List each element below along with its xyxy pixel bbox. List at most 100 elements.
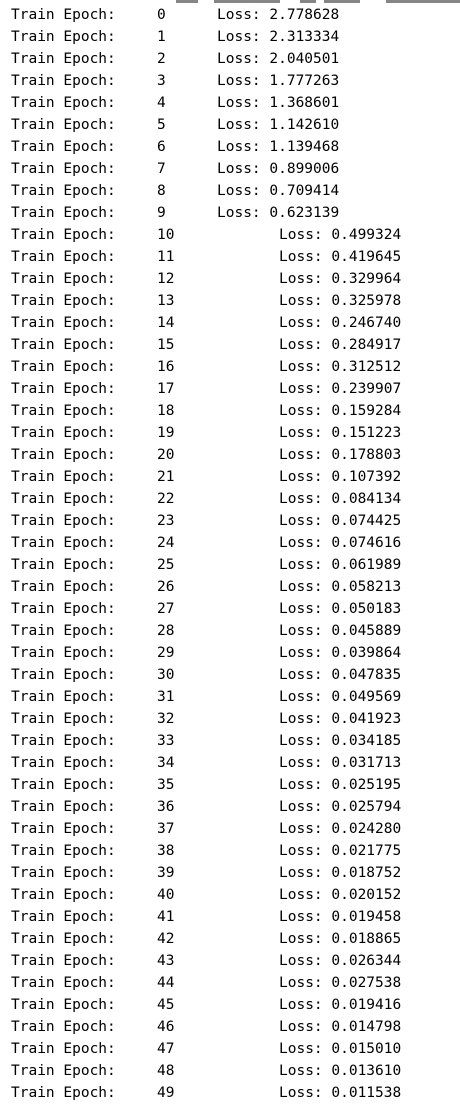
loss-label: Loss:: [217, 29, 261, 45]
loss-value: Loss: 0.329964: [279, 268, 401, 290]
log-line: Train Epoch: 4 Loss: 1.368601: [11, 92, 460, 114]
loss-label: Loss:: [279, 1019, 323, 1035]
log-line: Train Epoch: 10 Loss: 0.499324: [11, 224, 460, 246]
log-line-prefix: Train Epoch:: [11, 711, 116, 727]
log-line: Train Epoch: 22 Loss: 0.084134: [11, 488, 460, 510]
log-line: Train Epoch: 36 Loss: 0.025794: [11, 796, 460, 818]
epoch-number: 9: [157, 205, 166, 221]
loss-value: Loss: 0.025794: [279, 796, 401, 818]
log-line: Train Epoch: 30 Loss: 0.047835: [11, 664, 460, 686]
epoch-number: 15: [157, 337, 175, 353]
log-line: Train Epoch: 33 Loss: 0.034185: [11, 730, 460, 752]
log-line-prefix: Train Epoch:: [11, 469, 116, 485]
loss-number: 0.050183: [331, 601, 402, 617]
epoch-number: 16: [157, 359, 175, 375]
loss-label: Loss:: [217, 205, 261, 221]
loss-value: Loss: 0.499324: [279, 224, 401, 246]
log-line-prefix: Train Epoch:: [11, 733, 116, 749]
log-line: Train Epoch: 19 Loss: 0.151223: [11, 422, 460, 444]
log-line: Train Epoch: 6 Loss: 1.139468: [11, 136, 460, 158]
log-line: Train Epoch: 28 Loss: 0.045889: [11, 620, 460, 642]
log-line: Train Epoch: 17 Loss: 0.239907: [11, 378, 460, 400]
loss-value: Loss: 1.142610: [217, 114, 339, 136]
epoch-number: 42: [157, 931, 175, 947]
loss-label: Loss:: [279, 909, 323, 925]
log-line: Train Epoch: 29 Loss: 0.039864: [11, 642, 460, 664]
loss-number: 0.026344: [331, 953, 402, 969]
loss-number: 0.058213: [331, 579, 402, 595]
log-line: Train Epoch: 31 Loss: 0.049569: [11, 686, 460, 708]
log-line: Train Epoch: 3 Loss: 1.777263: [11, 70, 460, 92]
epoch-number: 18: [157, 403, 175, 419]
loss-number: 0.025794: [331, 799, 402, 815]
epoch-number: 48: [157, 1063, 175, 1079]
log-line-prefix: Train Epoch:: [11, 579, 116, 595]
log-line: Train Epoch: 48 Loss: 0.013610: [11, 1060, 460, 1082]
epoch-number: 31: [157, 689, 175, 705]
epoch-number: 4: [157, 95, 166, 111]
loss-label: Loss:: [279, 997, 323, 1013]
log-line-prefix: Train Epoch:: [11, 403, 116, 419]
loss-value: Loss: 0.419645: [279, 246, 401, 268]
log-line-prefix: Train Epoch:: [11, 73, 116, 89]
loss-label: Loss:: [279, 513, 323, 529]
loss-number: 0.039864: [331, 645, 402, 661]
loss-label: Loss:: [279, 337, 323, 353]
log-line: Train Epoch: 40 Loss: 0.020152: [11, 884, 460, 906]
loss-value: Loss: 1.777263: [217, 70, 339, 92]
loss-label: Loss:: [217, 139, 261, 155]
log-line: Train Epoch: 24 Loss: 0.074616: [11, 532, 460, 554]
loss-value: Loss: 0.058213: [279, 576, 401, 598]
loss-value: Loss: 0.018752: [279, 862, 401, 884]
log-line: Train Epoch: 37 Loss: 0.024280: [11, 818, 460, 840]
loss-label: Loss:: [217, 51, 261, 67]
loss-value: Loss: 2.040501: [217, 48, 339, 70]
epoch-number: 26: [157, 579, 175, 595]
loss-label: Loss:: [279, 623, 323, 639]
loss-number: 0.014798: [331, 1019, 402, 1035]
epoch-number: 19: [157, 425, 175, 441]
loss-value: Loss: 0.074425: [279, 510, 401, 532]
log-line-prefix: Train Epoch:: [11, 1085, 116, 1101]
epoch-number: 34: [157, 755, 175, 771]
loss-label: Loss:: [279, 359, 323, 375]
log-line: Train Epoch: 0 Loss: 2.778628: [11, 4, 460, 26]
log-line-prefix: Train Epoch:: [11, 491, 116, 507]
log-line-prefix: Train Epoch:: [11, 843, 116, 859]
loss-label: Loss:: [279, 1041, 323, 1057]
epoch-number: 45: [157, 997, 175, 1013]
loss-number: 0.709414: [269, 183, 340, 199]
log-line: Train Epoch: 13 Loss: 0.325978: [11, 290, 460, 312]
loss-number: 2.313334: [269, 29, 340, 45]
loss-number: 0.325978: [331, 293, 402, 309]
loss-value: Loss: 1.139468: [217, 136, 339, 158]
loss-label: Loss:: [279, 821, 323, 837]
loss-number: 2.778628: [269, 7, 340, 23]
log-line: Train Epoch: 25 Loss: 0.061989: [11, 554, 460, 576]
loss-label: Loss:: [279, 381, 323, 397]
log-line: Train Epoch: 5 Loss: 1.142610: [11, 114, 460, 136]
log-line-prefix: Train Epoch:: [11, 95, 116, 111]
loss-value: Loss: 0.015010: [279, 1038, 401, 1060]
log-line: Train Epoch: 45 Loss: 0.019416: [11, 994, 460, 1016]
loss-value: Loss: 0.049569: [279, 686, 401, 708]
log-line-prefix: Train Epoch:: [11, 205, 116, 221]
loss-label: Loss:: [279, 1063, 323, 1079]
log-line: Train Epoch: 43 Loss: 0.026344: [11, 950, 460, 972]
clipped-previous-output-line: [0, 0, 460, 3]
log-line: Train Epoch: 32 Loss: 0.041923: [11, 708, 460, 730]
loss-number: 0.021775: [331, 843, 402, 859]
loss-number: 0.015010: [331, 1041, 402, 1057]
loss-value: Loss: 0.151223: [279, 422, 401, 444]
log-line: Train Epoch: 20 Loss: 0.178803: [11, 444, 460, 466]
log-line-prefix: Train Epoch:: [11, 51, 116, 67]
log-line-prefix: Train Epoch:: [11, 689, 116, 705]
loss-value: Loss: 0.325978: [279, 290, 401, 312]
epoch-number: 0: [157, 7, 166, 23]
loss-value: Loss: 0.034185: [279, 730, 401, 752]
loss-label: Loss:: [279, 645, 323, 661]
epoch-number: 21: [157, 469, 175, 485]
loss-label: Loss:: [279, 535, 323, 551]
training-log-output: Train Epoch: 0 Loss: 2.778628 Train Epoch: 1…: [11, 4, 460, 1104]
loss-number: 0.074425: [331, 513, 402, 529]
